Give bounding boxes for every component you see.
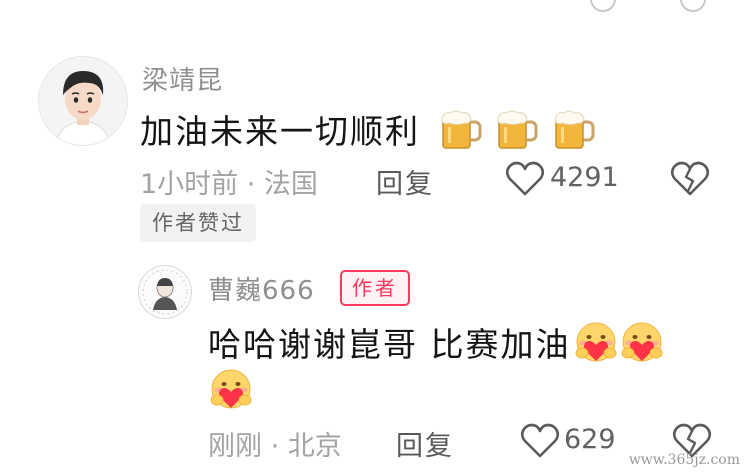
liked-by-author-tag: 作者赞过 (140, 204, 256, 242)
hug-heart-emoji (573, 321, 619, 373)
like-count: 629 (564, 424, 616, 455)
like-count: 4291 (550, 162, 619, 193)
heart-icon[interactable] (505, 160, 545, 198)
reply-button[interactable]: 回复 (376, 162, 434, 201)
heart-icon[interactable] (520, 422, 560, 460)
reply-text: 哈哈谢谢崑哥 比赛加油 (208, 318, 688, 373)
beer-mug-emoji (552, 110, 596, 158)
beer-mug-emoji (439, 110, 483, 158)
avatar[interactable] (38, 56, 128, 146)
reply-button[interactable]: 回复 (396, 424, 454, 463)
watermark: www.365jz.com (628, 452, 740, 468)
heart-icon[interactable] (590, 0, 616, 12)
hug-heart-emoji (208, 368, 254, 412)
reply-timestamp: 刚刚 · 北京 (208, 431, 342, 462)
dislike-icon[interactable] (670, 160, 710, 198)
author-badge: 作者 (340, 270, 410, 306)
comment-author-name[interactable]: 梁靖昆 (142, 60, 223, 97)
avatar[interactable] (138, 265, 192, 319)
comment-body: 加油未来一切顺利 (140, 112, 420, 151)
comment-timestamp: 1小时前 · 法国 (140, 169, 318, 200)
hug-heart-emoji (619, 321, 665, 373)
beer-mug-emoji (495, 110, 539, 158)
reply-body: 哈哈谢谢崑哥 比赛加油 (208, 325, 571, 364)
reply-author-name[interactable]: 曹巍666 (208, 270, 315, 307)
comment-text: 加油未来一切顺利 (140, 105, 596, 158)
dislike-icon[interactable] (680, 0, 706, 12)
